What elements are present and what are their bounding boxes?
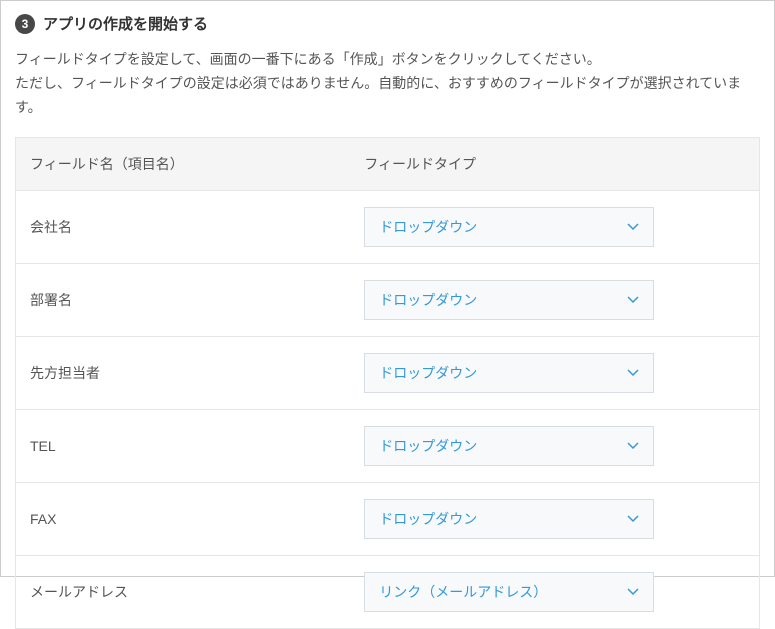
field-type-dropdown[interactable]: リンク（メールアドレス） — [364, 572, 654, 612]
table-row: FAX ドロップダウン — [16, 483, 760, 556]
field-type-dropdown[interactable]: ドロップダウン — [364, 207, 654, 247]
dropdown-value: ドロップダウン — [379, 509, 477, 529]
table-row: 部署名 ドロップダウン — [16, 264, 760, 337]
chevron-down-icon — [627, 296, 639, 304]
field-name-cell: FAX — [16, 483, 351, 556]
field-table-body: 会社名 ドロップダウン 部署名 ドロップダウン — [16, 191, 760, 629]
field-type-cell: ドロップダウン — [350, 337, 759, 410]
column-header-field-type: フィールドタイプ — [350, 138, 759, 191]
dropdown-value: ドロップダウン — [379, 436, 477, 456]
table-row: メールアドレス リンク（メールアドレス） — [16, 556, 760, 629]
field-type-dropdown[interactable]: ドロップダウン — [364, 499, 654, 539]
field-type-cell: ドロップダウン — [350, 410, 759, 483]
section-header: 3 アプリの作成を開始する — [1, 1, 774, 34]
field-type-dropdown[interactable]: ドロップダウン — [364, 426, 654, 466]
field-name-cell: TEL — [16, 410, 351, 483]
table-row: 会社名 ドロップダウン — [16, 191, 760, 264]
chevron-down-icon — [627, 369, 639, 377]
field-name-cell: 部署名 — [16, 264, 351, 337]
field-name-cell: 先方担当者 — [16, 337, 351, 410]
field-name-cell: 会社名 — [16, 191, 351, 264]
chevron-down-icon — [627, 515, 639, 523]
dropdown-value: リンク（メールアドレス） — [379, 582, 547, 602]
dropdown-value: ドロップダウン — [379, 363, 477, 383]
field-type-table: フィールド名（項目名） フィールドタイプ 会社名 ドロップダウン 部署名 ドロッ… — [15, 137, 760, 629]
chevron-down-icon — [627, 223, 639, 231]
section-description: フィールドタイプを設定して、画面の一番下にある「作成」ボタンをクリックしてくださ… — [1, 34, 774, 137]
field-type-cell: ドロップダウン — [350, 483, 759, 556]
chevron-down-icon — [627, 588, 639, 596]
field-type-dropdown[interactable]: ドロップダウン — [364, 280, 654, 320]
dropdown-value: ドロップダウン — [379, 290, 477, 310]
table-row: 先方担当者 ドロップダウン — [16, 337, 760, 410]
section-title: アプリの作成を開始する — [43, 13, 208, 34]
step-badge: 3 — [15, 14, 35, 34]
column-header-field-name: フィールド名（項目名） — [16, 138, 351, 191]
field-type-cell: ドロップダウン — [350, 264, 759, 337]
field-type-cell: リンク（メールアドレス） — [350, 556, 759, 629]
table-row: TEL ドロップダウン — [16, 410, 760, 483]
field-type-cell: ドロップダウン — [350, 191, 759, 264]
dropdown-value: ドロップダウン — [379, 217, 477, 237]
chevron-down-icon — [627, 442, 639, 450]
field-name-cell: メールアドレス — [16, 556, 351, 629]
field-type-dropdown[interactable]: ドロップダウン — [364, 353, 654, 393]
